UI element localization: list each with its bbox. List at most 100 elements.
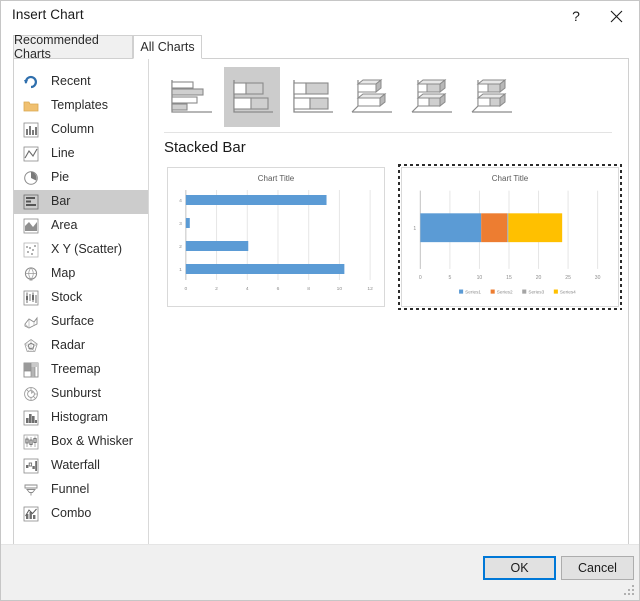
resize-grip[interactable] (624, 585, 636, 597)
map-icon (20, 265, 42, 283)
sidebar-item-scatter[interactable]: X Y (Scatter) (14, 238, 148, 262)
svg-text:12: 12 (367, 286, 373, 292)
sidebar-item-line[interactable]: Line (14, 142, 148, 166)
sidebar-item-waterfall[interactable]: Waterfall (14, 454, 148, 478)
chart-type-sidebar[interactable]: Recent Templates Column Line Pie Bar Are… (14, 59, 149, 544)
area-icon (20, 217, 42, 235)
svg-text:Series1: Series1 (465, 290, 481, 295)
help-icon[interactable]: ? (559, 1, 593, 31)
tab-all-charts[interactable]: All Charts (133, 35, 202, 59)
svg-text:30: 30 (595, 275, 601, 281)
dialog-footer: OK Cancel (1, 544, 639, 600)
templates-icon (20, 97, 42, 115)
sidebar-label: X Y (Scatter) (51, 242, 123, 257)
sidebar-item-sunburst[interactable]: Sunburst (14, 382, 148, 406)
tab-recommended-charts[interactable]: Recommended Charts (13, 33, 133, 61)
sidebar-item-area[interactable]: Area (14, 214, 148, 238)
sidebar-label: Funnel (51, 482, 90, 497)
recent-icon (20, 73, 42, 91)
sidebar-label: Templates (51, 98, 108, 113)
svg-text:6: 6 (277, 286, 280, 292)
sidebar-label: Combo (51, 506, 92, 521)
sidebar-label: Map (51, 266, 76, 281)
close-icon[interactable] (599, 1, 633, 31)
sidebar-label: Treemap (51, 362, 101, 377)
sidebar-label: Line (51, 146, 75, 161)
sidebar-label: Waterfall (51, 458, 100, 473)
bar-icon (20, 193, 42, 211)
svg-text:20: 20 (536, 275, 542, 281)
sidebar-item-treemap[interactable]: Treemap (14, 358, 148, 382)
waterfall-icon (20, 457, 42, 475)
sidebar-item-column[interactable]: Column (14, 118, 148, 142)
svg-text:0: 0 (419, 275, 422, 281)
svg-text:2: 2 (179, 244, 182, 250)
sidebar-item-templates[interactable]: Templates (14, 94, 148, 118)
sidebar-label: Sunburst (51, 386, 102, 401)
svg-text:3: 3 (179, 221, 182, 227)
pie-icon (20, 169, 42, 187)
sidebar-label: Area (51, 218, 78, 233)
svg-text:2: 2 (215, 286, 218, 292)
svg-text:10: 10 (477, 275, 483, 281)
svg-text:8: 8 (307, 286, 310, 292)
svg-text:1: 1 (413, 226, 416, 232)
svg-text:25: 25 (565, 275, 571, 281)
sidebar-item-surface[interactable]: Surface (14, 310, 148, 334)
sidebar-label: Box & Whisker (51, 434, 133, 449)
sidebar-label: Histogram (51, 410, 108, 425)
sidebar-item-radar[interactable]: Radar (14, 334, 148, 358)
sidebar-item-funnel[interactable]: Funnel (14, 478, 148, 502)
stock-icon (20, 289, 42, 307)
dialog-title: Insert Chart (12, 7, 84, 22)
svg-text:Series3: Series3 (528, 290, 544, 295)
svg-text:10: 10 (337, 286, 343, 292)
sidebar-item-recent[interactable]: Recent (14, 70, 148, 94)
thumbnail-3d-stacked-bar[interactable] (404, 67, 460, 127)
thumbnail-clustered-bar[interactable] (164, 67, 220, 127)
svg-text:1: 1 (179, 267, 182, 273)
title-bar: Insert Chart ? (1, 1, 639, 31)
preview-row: Chart Title 4 3 2 1 0 2 4 6 8 10 12 Char… (164, 164, 622, 310)
sidebar-item-histogram[interactable]: Histogram (14, 406, 148, 430)
cancel-button[interactable]: Cancel (561, 556, 634, 580)
sidebar-label: Surface (51, 314, 95, 329)
preview-card: Chart Title (167, 167, 385, 307)
sidebar-item-bar[interactable]: Bar (14, 190, 148, 214)
tab-strip: Recommended Charts All Charts (13, 33, 629, 61)
stacked-bar-plot: 1 0 5 10 15 20 25 30 Series1 Series2 Ser… (402, 168, 618, 306)
svg-text:4: 4 (179, 198, 182, 204)
subtype-heading: Stacked Bar (164, 139, 246, 156)
insert-chart-dialog: Insert Chart ? Recommended Charts All Ch… (0, 0, 640, 601)
surface-icon (20, 313, 42, 331)
sidebar-item-combo[interactable]: Combo (14, 502, 148, 526)
sidebar-label: Stock (51, 290, 83, 305)
thumbnail-3d-100-stacked-bar[interactable] (464, 67, 520, 127)
treemap-icon (20, 361, 42, 379)
sidebar-label: Radar (51, 338, 86, 353)
column-icon (20, 121, 42, 139)
svg-text:Series4: Series4 (560, 290, 576, 295)
svg-text:15: 15 (506, 275, 512, 281)
radar-icon (20, 337, 42, 355)
thumbnail-separator (164, 132, 612, 133)
svg-text:5: 5 (448, 275, 451, 281)
subtype-content: Stacked Bar Chart Title 4 3 2 1 0 2 4 6 … (150, 59, 628, 544)
thumbnail-stacked-bar[interactable] (224, 67, 280, 127)
sidebar-item-pie[interactable]: Pie (14, 166, 148, 190)
thumbnail-100-stacked-bar[interactable] (284, 67, 340, 127)
svg-text:Series2: Series2 (497, 290, 513, 295)
sidebar-label: Recent (51, 74, 91, 89)
sidebar-label: Pie (51, 170, 70, 185)
thumbnail-3d-clustered-bar[interactable] (344, 67, 400, 127)
sidebar-item-box-whisker[interactable]: Box & Whisker (14, 430, 148, 454)
sidebar-item-stock[interactable]: Stock (14, 286, 148, 310)
ok-button[interactable]: OK (483, 556, 556, 580)
preview-stacked-bar[interactable]: Chart Title 1 0 5 10 15 20 25 30 Series1… (398, 164, 622, 310)
sidebar-item-map[interactable]: Map (14, 262, 148, 286)
scatter-icon (20, 241, 42, 259)
svg-text:0: 0 (184, 286, 187, 292)
sidebar-label: Bar (51, 194, 71, 209)
all-charts-panel: Recent Templates Column Line Pie Bar Are… (13, 58, 629, 545)
preview-clustered-bar[interactable]: Chart Title 4 3 2 1 0 2 4 6 8 10 12 (164, 164, 388, 310)
